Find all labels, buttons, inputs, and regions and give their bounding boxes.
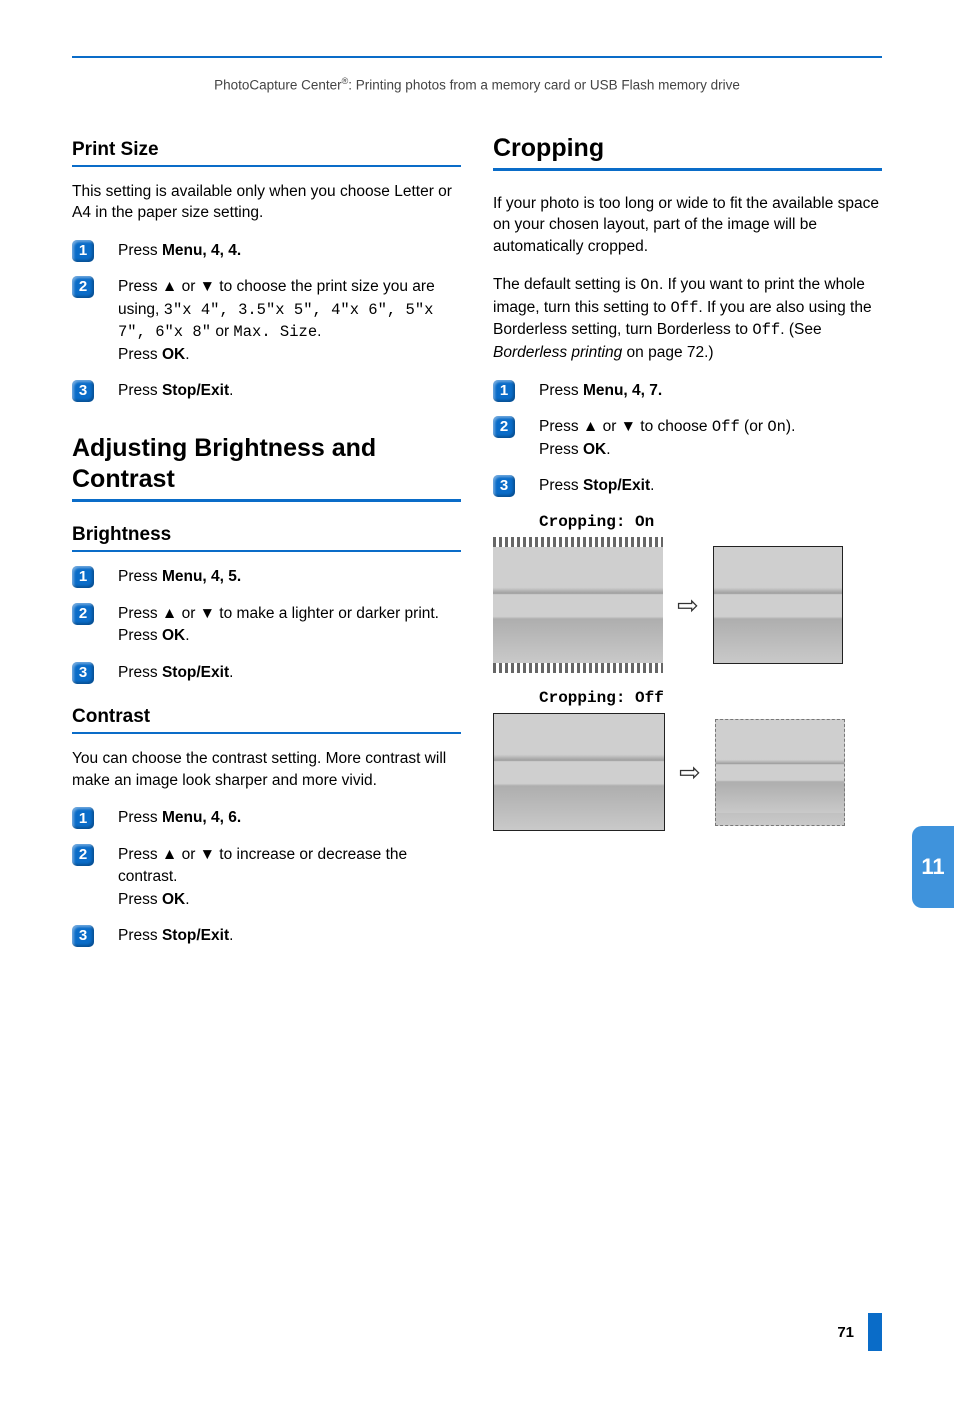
step-item: 1 Press Menu, 4, 5. — [72, 566, 461, 588]
step-badge-1: 1 — [72, 240, 94, 262]
step-badge-3: 3 — [493, 475, 515, 497]
running-header-suffix: : Printing photos from a memory card or … — [348, 78, 740, 93]
step-item: 1 Press Menu, 4, 4. — [72, 240, 461, 262]
page-number: 71 — [837, 1324, 854, 1341]
heading-rule — [72, 550, 461, 552]
cropping-heading: Cropping — [493, 133, 882, 164]
step-item: 2 Press ▲ or ▼ to make a lighter or dark… — [72, 603, 461, 648]
left-column: Print Size This setting is available onl… — [72, 133, 461, 962]
heading-rule — [72, 165, 461, 167]
film-edge-icon — [493, 663, 663, 673]
step-item: 3 Press Stop/Exit. — [72, 662, 461, 684]
step-badge-1: 1 — [72, 807, 94, 829]
brightness-steps: 1 Press Menu, 4, 5. 2 Press ▲ or ▼ to ma… — [72, 566, 461, 684]
step-item: 2 Press ▲ or ▼ to increase or decrease t… — [72, 844, 461, 911]
borderless-link[interactable]: Borderless printing — [493, 344, 622, 361]
photo-placeholder — [493, 547, 663, 663]
photo-original-on — [493, 537, 663, 673]
running-header-prefix: PhotoCapture Center — [214, 78, 342, 93]
photo-result-on — [713, 546, 843, 664]
header-rule — [72, 56, 882, 58]
photo-original-off — [493, 713, 665, 831]
heading-rule — [72, 732, 461, 734]
cropping-steps: 1 Press Menu, 4, 7. 2 Press ▲ or ▼ to ch… — [493, 380, 882, 498]
step-item: 1 Press Menu, 4, 6. — [72, 807, 461, 829]
arrow-right-icon: ⇨ — [679, 757, 701, 788]
cropping-off-row: ⇨ — [493, 713, 882, 831]
photo-result-off — [715, 719, 845, 826]
footer-mark-icon — [868, 1313, 882, 1351]
cropping-off-label: Cropping: Off — [539, 689, 882, 707]
step-badge-3: 3 — [72, 925, 94, 947]
heading-rule — [72, 499, 461, 502]
step-badge-2: 2 — [72, 844, 94, 866]
chapter-tab: 11 — [912, 826, 954, 908]
print-size-intro: This setting is available only when you … — [72, 181, 461, 224]
contrast-steps: 1 Press Menu, 4, 6. 2 Press ▲ or ▼ to in… — [72, 807, 461, 947]
brightness-heading: Brightness — [72, 524, 461, 546]
step-badge-2: 2 — [493, 416, 515, 438]
arrow-right-icon: ⇨ — [677, 590, 699, 621]
step-item: 3 Press Stop/Exit. — [72, 380, 461, 402]
heading-rule — [493, 168, 882, 171]
step-item: 3 Press Stop/Exit. — [72, 925, 461, 947]
contrast-heading: Contrast — [72, 706, 461, 728]
cropping-p1: If your photo is too long or wide to fit… — [493, 193, 882, 258]
cropping-on-row: ⇨ — [493, 537, 882, 673]
photo-inset — [716, 731, 844, 813]
step-item: 2 Press ▲ or ▼ to choose the print size … — [72, 276, 461, 366]
step-badge-2: 2 — [72, 276, 94, 298]
step-badge-3: 3 — [72, 380, 94, 402]
film-edge-icon — [493, 537, 663, 547]
cropping-on-label: Cropping: On — [539, 513, 882, 531]
step-item: 3 Press Stop/Exit. — [493, 475, 882, 497]
step-badge-1: 1 — [72, 566, 94, 588]
step-badge-1: 1 — [493, 380, 515, 402]
cropping-p2: The default setting is On. If you want t… — [493, 274, 882, 364]
step-badge-3: 3 — [72, 662, 94, 684]
right-column: Cropping If your photo is too long or wi… — [493, 133, 882, 962]
step-badge-2: 2 — [72, 603, 94, 625]
step-item: 1 Press Menu, 4, 7. — [493, 380, 882, 402]
contrast-intro: You can choose the contrast setting. Mor… — [72, 748, 461, 791]
adjusting-heading: Adjusting Brightness and Contrast — [72, 433, 461, 496]
running-header: PhotoCapture Center®: Printing photos fr… — [72, 76, 882, 93]
print-size-heading: Print Size — [72, 139, 461, 161]
step-item: 2 Press ▲ or ▼ to choose Off (or On). Pr… — [493, 416, 882, 461]
print-size-steps: 1 Press Menu, 4, 4. 2 Press ▲ or ▼ to ch… — [72, 240, 461, 403]
page-footer: 71 — [837, 1313, 882, 1351]
